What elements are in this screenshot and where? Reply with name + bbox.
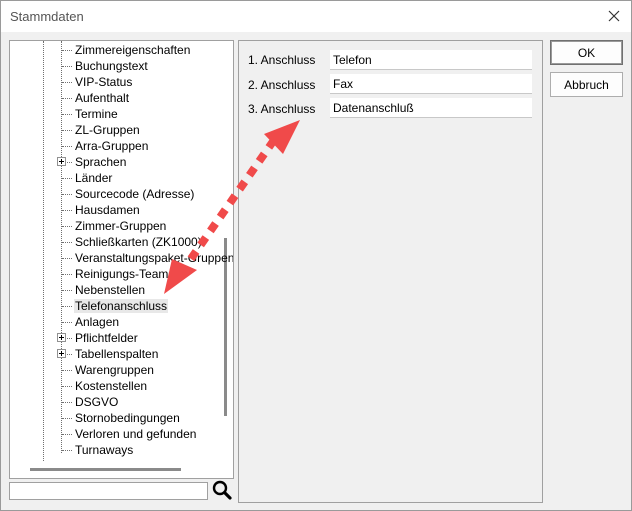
search-input[interactable] [9,482,208,500]
tree-item[interactable]: Arra-Gruppen [62,138,149,154]
tree-item-label: Pflichtfelder [75,331,138,345]
tree-item[interactable]: Sprachen [62,154,127,170]
expand-plus-icon[interactable] [57,349,66,358]
tree-connector [62,145,72,147]
tree-item[interactable]: Buchungstext [62,58,149,74]
tree-item-label: Telefonanschluss [74,299,169,313]
anschluss-2-label: 2. Anschluss [248,78,316,92]
tree-item[interactable]: Sourcecode (Adresse) [62,186,195,202]
tree-connector [62,81,72,83]
tree-item-label: Veranstaltungspaket-Gruppen [75,251,234,265]
title-bar: Stammdaten [1,1,631,32]
tree-item-label: DSGVO [75,395,119,409]
cancel-button[interactable]: Abbruch [550,72,623,97]
tree-item-label: Turnaways [75,443,134,457]
tree-connector [62,305,72,307]
tree-item[interactable]: Hausdamen [62,202,141,218]
tree-item[interactable]: Verloren und gefunden [62,426,197,442]
tree-connector [62,241,72,243]
tree-connector [62,449,72,451]
tree-item-label: ZL-Gruppen [75,123,140,137]
tree-item-label: Zimmer-Gruppen [75,219,167,233]
tree-item-label: Tabellenspalten [75,347,159,361]
tree-item-label: Kostenstellen [75,379,148,393]
tree-connector [62,257,72,259]
tree-connector [62,385,72,387]
magnifier-icon[interactable] [211,479,233,501]
tree-item-label: Warengruppen [75,363,154,377]
tree-item-label: Stornobedingungen [75,411,180,425]
tree-connector [62,273,72,275]
tree-item-label: Termine [75,107,118,121]
tree-connector [62,193,72,195]
tree-item-label: Hausdamen [75,203,140,217]
tree-item-label: Zimmereigenschaften [75,43,191,57]
tree-item[interactable]: Warengruppen [62,362,155,378]
tree-item-label: Länder [75,171,113,185]
tree-connector [62,369,72,371]
tree-item-label: Verloren und gefunden [75,427,197,441]
tree-connector [62,321,72,323]
tree-item-label: Buchungstext [75,59,148,73]
tree-item-label: Sourcecode (Adresse) [75,187,195,201]
tree-item[interactable]: DSGVO [62,394,119,410]
anschluss-1-field[interactable] [330,50,532,70]
tree-connector [62,417,72,419]
tree-connector [62,433,72,435]
tree-item[interactable]: Zimmer-Gruppen [62,218,167,234]
tree-item-label: VIP-Status [75,75,133,89]
tree-item-label: Aufenthalt [75,91,130,105]
tree-connector [62,401,72,403]
expand-plus-icon[interactable] [57,333,66,342]
tree-connector [62,209,72,211]
tree-connector [62,65,72,67]
anschluss-2-field[interactable] [330,74,532,94]
tree-item[interactable]: VIP-Status [62,74,133,90]
expand-plus-icon[interactable] [57,157,66,166]
tree-item[interactable]: Kostenstellen [62,378,148,394]
tree-item[interactable]: Nebenstellen [62,282,146,298]
tree-item-label: Reinigungs-Teams [75,267,175,281]
tree-connector [62,49,72,51]
tree-item-label: Schließkarten (ZK1000) [75,235,202,249]
ok-button[interactable]: OK [550,40,623,65]
tree-connector [62,289,72,291]
tree-item-label: Anlagen [75,315,120,329]
anschluss-3-label: 3. Anschluss [248,102,316,116]
tree-item[interactable]: Stornobedingungen [62,410,181,426]
tree-connector [62,113,72,115]
tree-item[interactable]: Schließkarten (ZK1000) [62,234,203,250]
window-title: Stammdaten [10,9,84,24]
tree-item[interactable]: Termine [62,106,119,122]
tree-item[interactable]: ZL-Gruppen [62,122,141,138]
tree-item-label: Nebenstellen [75,283,146,297]
tree-view[interactable]: Zimmereigenschaften Buchungstext VIP-Statu… [9,40,234,479]
tree-connector [62,225,72,227]
tree-item[interactable]: Pflichtfelder [62,330,139,346]
tree-connector [62,177,72,179]
tree-item-label: Arra-Gruppen [75,139,149,153]
anschluss-1-label: 1. Anschluss [248,53,316,67]
tree-item[interactable]: Anlagen [62,314,120,330]
tree-guide-line [43,41,44,461]
tree-connector [62,97,72,99]
tree-item[interactable]: Reinigungs-Teams [62,266,175,282]
tree-item[interactable]: Aufenthalt [62,90,130,106]
anschluss-3-field[interactable] [330,98,532,118]
tree-item[interactable]: Zimmereigenschaften [62,42,191,58]
tree-item[interactable]: Veranstaltungspaket-Gruppen [62,250,234,266]
close-icon[interactable] [605,7,623,25]
tree-item-label: Sprachen [75,155,127,169]
tree-item[interactable]: Telefonanschluss [62,298,169,314]
tree-connector [62,129,72,131]
horizontal-scrollbar-thumb[interactable] [30,468,181,471]
tree-item[interactable]: Länder [62,170,113,186]
tree-item[interactable]: Tabellenspalten [62,346,159,362]
tree-item[interactable]: Turnaways [62,442,134,458]
